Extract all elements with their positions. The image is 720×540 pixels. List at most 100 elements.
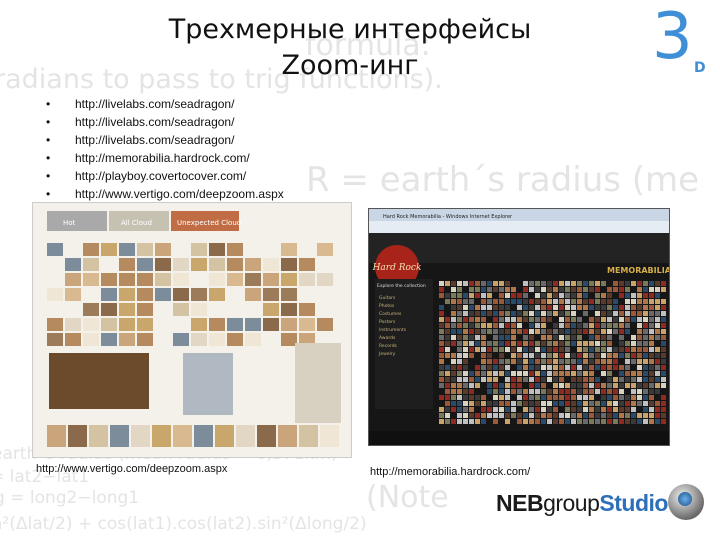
- memorabilia-thumbnail: [637, 413, 642, 418]
- memorabilia-thumbnail: [595, 401, 600, 406]
- bullet: •: [46, 133, 51, 147]
- memorabilia-thumbnail: [463, 281, 468, 286]
- memorabilia-thumbnail: [637, 323, 642, 328]
- memorabilia-thumbnail: [553, 359, 558, 364]
- memorabilia-thumbnail: [439, 281, 444, 286]
- memorabilia-banner: MEMORABILIA: [607, 266, 669, 275]
- memorabilia-thumbnail: [541, 389, 546, 394]
- memorabilia-thumbnail: [583, 395, 588, 400]
- link-item[interactable]: • http://livelabs.com/seadragon/: [46, 131, 284, 149]
- memorabilia-thumbnail: [607, 317, 612, 322]
- memorabilia-thumbnail: [451, 371, 456, 376]
- link-item[interactable]: • http://livelabs.com/seadragon/: [46, 113, 284, 131]
- vertigo-thumbnail: [191, 318, 207, 331]
- memorabilia-thumbnail: [529, 407, 534, 412]
- memorabilia-thumbnail: [523, 335, 528, 340]
- memorabilia-thumbnail: [607, 335, 612, 340]
- memorabilia-thumbnail: [445, 347, 450, 352]
- memorabilia-thumbnail: [655, 365, 660, 370]
- memorabilia-thumbnail: [463, 341, 468, 346]
- vertigo-thumbnail: [131, 425, 150, 447]
- memorabilia-thumbnail: [571, 413, 576, 418]
- memorabilia-thumbnail: [607, 311, 612, 316]
- memorabilia-thumbnail: [625, 299, 630, 304]
- link-text[interactable]: http://playboy.covertocover.com/: [75, 169, 246, 183]
- memorabilia-thumbnail: [577, 317, 582, 322]
- memorabilia-thumbnail: [643, 359, 648, 364]
- memorabilia-thumbnail: [517, 395, 522, 400]
- link-text[interactable]: http://livelabs.com/seadragon/: [75, 133, 234, 147]
- vertigo-thumbnail: [263, 258, 279, 271]
- vertigo-thumbnail: [47, 243, 63, 256]
- memorabilia-thumbnail: [481, 353, 486, 358]
- memorabilia-thumbnail: [475, 341, 480, 346]
- link-item[interactable]: • http://livelabs.com/seadragon/: [46, 95, 284, 113]
- memorabilia-thumbnail: [625, 287, 630, 292]
- memorabilia-thumbnail: [541, 365, 546, 370]
- memorabilia-thumbnail: [547, 395, 552, 400]
- memorabilia-thumbnail: [637, 311, 642, 316]
- hardrock-caption[interactable]: http://memorabilia.hardrock.com/: [370, 466, 530, 478]
- memorabilia-thumbnail: [541, 401, 546, 406]
- memorabilia-thumbnail: [505, 287, 510, 292]
- memorabilia-thumbnail: [637, 305, 642, 310]
- memorabilia-thumbnail: [451, 335, 456, 340]
- memorabilia-thumbnail: [619, 401, 624, 406]
- memorabilia-thumbnail: [535, 305, 540, 310]
- hardrock-memorabilia-screenshot: Hard Rock Memorabilia - Windows Internet…: [368, 208, 670, 446]
- memorabilia-thumbnail: [457, 329, 462, 334]
- vertigo-thumbnail: [191, 333, 207, 346]
- memorabilia-thumbnail: [625, 347, 630, 352]
- memorabilia-thumbnail: [463, 395, 468, 400]
- link-text[interactable]: http://livelabs.com/seadragon/: [75, 115, 234, 129]
- memorabilia-thumbnail: [571, 323, 576, 328]
- vertigo-thumbnail: [119, 318, 135, 331]
- memorabilia-thumbnail: [631, 299, 636, 304]
- memorabilia-thumbnail: [457, 395, 462, 400]
- memorabilia-thumbnail: [631, 389, 636, 394]
- vertigo-thumbnail: [281, 303, 297, 316]
- title-line-2: Zoom-инг: [281, 50, 419, 81]
- memorabilia-thumbnail: [631, 311, 636, 316]
- memorabilia-thumbnail: [571, 419, 576, 424]
- memorabilia-thumbnail: [661, 419, 666, 424]
- memorabilia-thumbnail: [505, 377, 510, 382]
- link-item[interactable]: • http://playboy.covertocover.com/: [46, 167, 284, 185]
- memorabilia-thumbnail: [457, 311, 462, 316]
- memorabilia-thumbnail: [463, 347, 468, 352]
- link-item[interactable]: • http://memorabilia.hardrock.com/: [46, 149, 284, 167]
- link-item[interactable]: • http://www.vertigo.com/deepzoom.aspx: [46, 185, 284, 203]
- vertigo-thumbnail: [191, 303, 207, 316]
- memorabilia-thumbnail: [559, 347, 564, 352]
- vertigo-thumbnail: [47, 288, 63, 301]
- memorabilia-thumbnail: [649, 329, 654, 334]
- vertigo-thumbnail: [209, 288, 225, 301]
- memorabilia-thumbnail: [571, 317, 576, 322]
- memorabilia-thumbnail: [457, 341, 462, 346]
- memorabilia-thumbnail: [463, 299, 468, 304]
- vertigo-thumbnail: [119, 288, 135, 301]
- memorabilia-thumbnail: [565, 329, 570, 334]
- memorabilia-thumbnail: [469, 407, 474, 412]
- vertigo-caption[interactable]: http://www.vertigo.com/deepzoom.aspx: [36, 463, 227, 475]
- memorabilia-thumbnail: [541, 359, 546, 364]
- link-text[interactable]: http://livelabs.com/seadragon/: [75, 97, 234, 111]
- memorabilia-thumbnail: [631, 401, 636, 406]
- memorabilia-thumbnail: [535, 311, 540, 316]
- memorabilia-thumbnail: [463, 359, 468, 364]
- link-text[interactable]: http://memorabilia.hardrock.com/: [75, 151, 250, 165]
- vertigo-thumbnail: [227, 273, 243, 286]
- memorabilia-thumbnail: [517, 389, 522, 394]
- memorabilia-thumbnail: [529, 281, 534, 286]
- memorabilia-thumbnail: [661, 413, 666, 418]
- memorabilia-thumbnail: [535, 299, 540, 304]
- memorabilia-thumbnail: [457, 323, 462, 328]
- memorabilia-thumbnail: [565, 305, 570, 310]
- logo-letter: D: [694, 60, 706, 76]
- memorabilia-thumbnail: [589, 341, 594, 346]
- memorabilia-thumbnail: [505, 371, 510, 376]
- memorabilia-thumbnail: [643, 293, 648, 298]
- link-text[interactable]: http://www.vertigo.com/deepzoom.aspx: [75, 187, 284, 201]
- vertigo-thumbnail: [119, 243, 135, 256]
- memorabilia-thumbnail: [649, 371, 654, 376]
